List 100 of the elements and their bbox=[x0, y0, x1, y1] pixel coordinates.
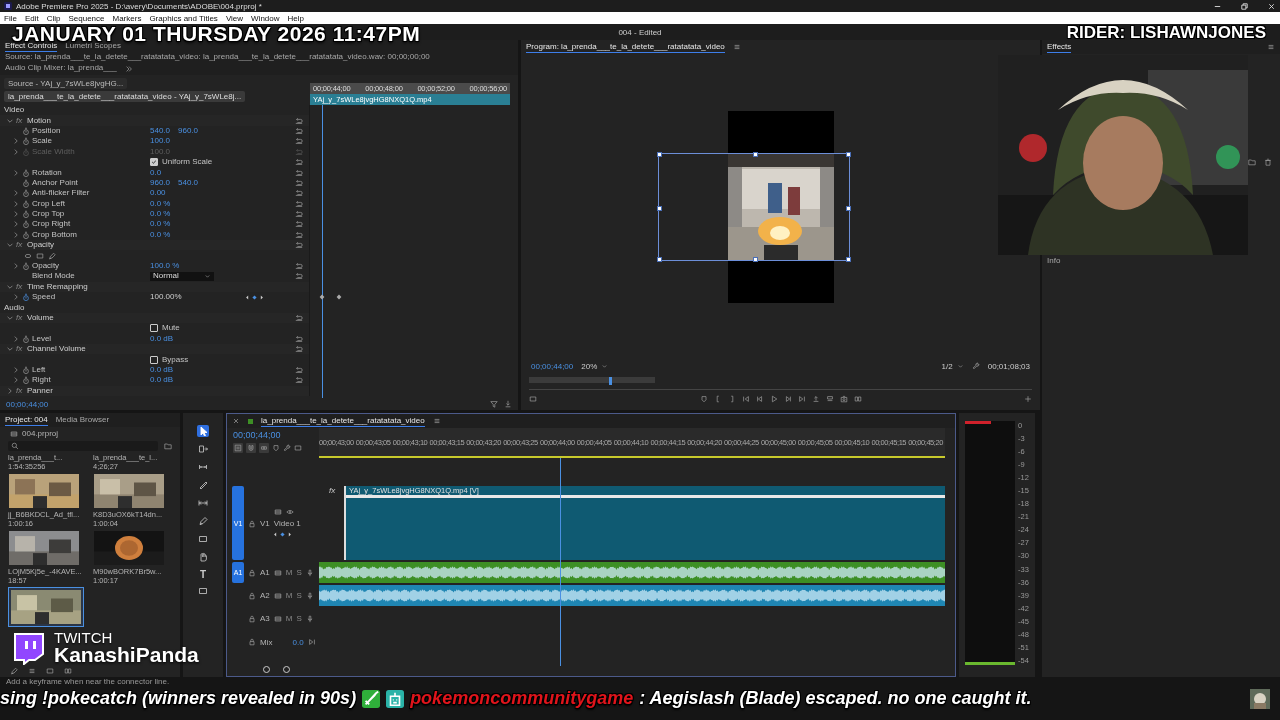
time-ruler[interactable] bbox=[319, 428, 945, 458]
property-value[interactable]: 100.0 bbox=[150, 136, 171, 147]
delete-icon[interactable] bbox=[1264, 158, 1272, 166]
resolution-dropdown[interactable]: 1/2 bbox=[941, 361, 964, 371]
menu-item[interactable]: Graphics and Titles bbox=[149, 13, 218, 23]
disclosure-icon[interactable] bbox=[12, 168, 20, 177]
audio-clip[interactable] bbox=[319, 562, 945, 583]
clip-thumbnail[interactable] bbox=[93, 530, 165, 566]
lock-icon[interactable] bbox=[248, 568, 256, 577]
next-keyframe-icon[interactable] bbox=[286, 531, 293, 538]
reset-icon[interactable] bbox=[295, 189, 303, 198]
fx-badge[interactable]: fx bbox=[16, 281, 25, 292]
add-keyframe-icon[interactable] bbox=[279, 531, 286, 538]
clip-thumbnail[interactable] bbox=[93, 473, 165, 509]
panel-tab[interactable]: Source: la_prenda___te_la_detete___ratatatata_video: la_prenda___te_la_detete___ratatatata_video.wav: 00;00;00;00 bbox=[5, 52, 430, 63]
stopwatch-icon[interactable] bbox=[22, 210, 30, 219]
hand-tool-icon[interactable] bbox=[197, 551, 209, 563]
reset-icon[interactable] bbox=[295, 178, 303, 187]
step-forward-icon[interactable] bbox=[783, 395, 792, 403]
reset-icon[interactable] bbox=[295, 334, 303, 343]
stopwatch-icon[interactable] bbox=[22, 126, 30, 135]
eye-icon[interactable] bbox=[286, 508, 294, 516]
filter-icon[interactable] bbox=[490, 400, 498, 408]
microphone-icon[interactable] bbox=[305, 591, 314, 600]
menu-item[interactable]: Markers bbox=[112, 13, 142, 23]
fx-badge[interactable]: fx bbox=[16, 344, 25, 355]
property-value[interactable]: 0.0 dB bbox=[150, 375, 174, 386]
property-value[interactable]: 0.0 % bbox=[150, 229, 171, 240]
rectangle-mask-icon[interactable] bbox=[36, 251, 44, 260]
stopwatch-icon[interactable] bbox=[22, 189, 30, 198]
wrench-icon[interactable] bbox=[971, 362, 980, 370]
reset-icon[interactable] bbox=[295, 199, 303, 208]
property-value[interactable]: 0.0 % bbox=[150, 198, 171, 209]
reset-icon[interactable] bbox=[295, 376, 303, 385]
toggle-output-icon[interactable] bbox=[273, 591, 282, 600]
clip-thumbnail[interactable] bbox=[8, 473, 80, 509]
property-value[interactable]: 960.0 bbox=[150, 177, 171, 188]
marker-icon[interactable] bbox=[272, 444, 280, 452]
zoom-dropdown[interactable]: 20% bbox=[581, 361, 609, 371]
wrench-icon[interactable] bbox=[283, 444, 291, 452]
list-view-icon[interactable] bbox=[28, 667, 36, 675]
type-tool[interactable]: T bbox=[198, 569, 208, 579]
lift-icon[interactable] bbox=[811, 395, 820, 403]
panel-tab[interactable]: Effect Controls bbox=[5, 41, 58, 52]
caret-icon[interactable] bbox=[204, 272, 211, 280]
reset-icon[interactable] bbox=[295, 345, 303, 354]
disclosure-icon[interactable] bbox=[12, 262, 20, 271]
panel-tab[interactable]: Audio Clip Mixer: la_prenda___ bbox=[5, 63, 117, 74]
caret-icon[interactable] bbox=[601, 362, 609, 370]
fx-badge[interactable]: fx bbox=[16, 313, 25, 323]
menu-item[interactable]: View bbox=[225, 13, 244, 23]
extract-icon[interactable] bbox=[825, 395, 834, 403]
play-icon[interactable] bbox=[769, 395, 778, 403]
property-value[interactable]: 0.0 % bbox=[150, 209, 171, 220]
checkbox[interactable] bbox=[150, 355, 158, 364]
clip-thumbnail[interactable] bbox=[8, 587, 84, 627]
reset-icon[interactable] bbox=[295, 220, 303, 229]
disclosure-icon[interactable] bbox=[12, 293, 20, 302]
reset-icon[interactable] bbox=[295, 137, 303, 146]
stopwatch-icon[interactable] bbox=[22, 376, 30, 385]
rectangle-tool-icon[interactable] bbox=[197, 533, 209, 545]
mute-button[interactable]: M bbox=[285, 568, 293, 577]
lock-icon[interactable] bbox=[248, 614, 256, 623]
reset-icon[interactable] bbox=[295, 126, 303, 135]
timecode[interactable]: 00;00;44;00 bbox=[233, 430, 313, 440]
toggle-output-icon[interactable] bbox=[273, 614, 282, 623]
timecode[interactable]: 00;00;44;00 bbox=[6, 399, 49, 409]
reset-icon[interactable] bbox=[295, 210, 303, 219]
disclosure-icon[interactable] bbox=[6, 345, 14, 354]
menu-item[interactable]: Edit bbox=[24, 13, 39, 23]
panel-tab[interactable]: Program: la_prenda___te_la_detete___ratatatata_video bbox=[526, 41, 725, 53]
stopwatch-icon[interactable] bbox=[22, 137, 30, 146]
menu-icon[interactable] bbox=[732, 43, 741, 51]
reset-icon[interactable] bbox=[295, 168, 303, 177]
disclosure-icon[interactable] bbox=[12, 230, 20, 239]
caret-icon[interactable] bbox=[956, 362, 964, 370]
reset-icon[interactable] bbox=[295, 241, 303, 250]
add-icon[interactable] bbox=[1024, 395, 1032, 403]
microphone-icon[interactable] bbox=[305, 568, 314, 577]
sequence-clip-tab[interactable]: la_prenda___te_la_detete___ratatatata_video - YAj_y_7sWLe8j... bbox=[4, 91, 246, 102]
source-clip-tab[interactable]: Source - YAj_y_7sWLe8jvgHG... bbox=[4, 78, 128, 89]
stopwatch-icon[interactable] bbox=[22, 230, 30, 239]
overflow-icon[interactable] bbox=[124, 64, 133, 73]
menu-item[interactable]: Clip bbox=[46, 13, 61, 23]
disclosure-icon[interactable] bbox=[6, 241, 14, 250]
fx-badge[interactable]: fx bbox=[16, 385, 25, 396]
toggle-output-icon[interactable] bbox=[273, 568, 282, 577]
solo-button[interactable]: S bbox=[296, 568, 302, 577]
snap-icon[interactable] bbox=[246, 443, 256, 453]
freeform-view-icon[interactable] bbox=[64, 667, 72, 675]
stopwatch-icon[interactable] bbox=[22, 365, 30, 374]
property-value[interactable]: 0.0 dB bbox=[150, 364, 174, 375]
go-to-in-icon[interactable] bbox=[741, 395, 750, 403]
clip-thumbnail[interactable] bbox=[8, 530, 80, 566]
timecode[interactable]: 00;00;44;00 bbox=[531, 361, 574, 371]
disclosure-icon[interactable] bbox=[12, 376, 20, 385]
audio-clip[interactable] bbox=[319, 585, 945, 606]
stopwatch-icon[interactable] bbox=[22, 199, 30, 208]
panel-tab[interactable]: Project: 004 bbox=[5, 414, 48, 426]
reset-icon[interactable] bbox=[295, 158, 303, 167]
